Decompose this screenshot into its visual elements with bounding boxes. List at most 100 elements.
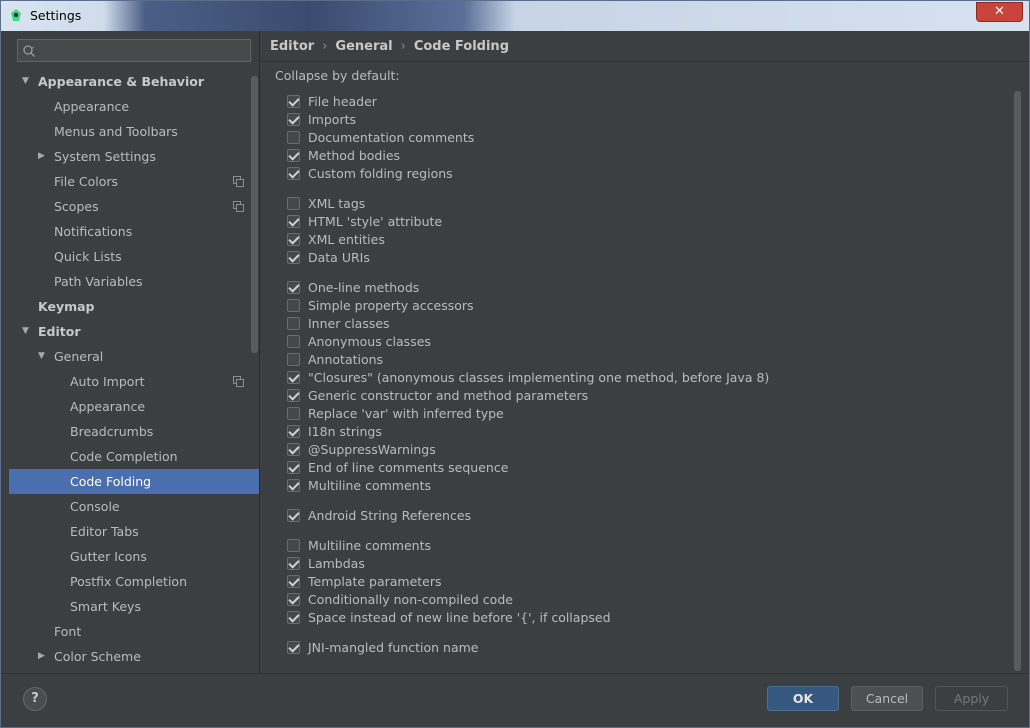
tree-item-menus-and-toolbars[interactable]: Menus and Toolbars: [9, 119, 259, 144]
option-label[interactable]: JNI-mangled function name: [308, 639, 478, 657]
tree-item-smart-keys[interactable]: Smart Keys: [9, 594, 259, 619]
checkbox-checked[interactable]: [287, 479, 300, 492]
tree-item-editor[interactable]: ▼ Editor: [9, 319, 259, 344]
option-label[interactable]: Simple property accessors: [308, 297, 474, 315]
checkbox-unchecked[interactable]: [287, 335, 300, 348]
folding-option[interactable]: Imports: [287, 111, 1007, 129]
folding-option[interactable]: Generic constructor and method parameter…: [287, 387, 1007, 405]
folding-option[interactable]: Android String References: [287, 507, 1007, 525]
option-label[interactable]: "Closures" (anonymous classes implementi…: [308, 369, 769, 387]
expand-arrow-right-icon[interactable]: ▶: [38, 644, 50, 669]
folding-option[interactable]: XML entities: [287, 231, 1007, 249]
checkbox-checked[interactable]: [287, 167, 300, 180]
checkbox-unchecked[interactable]: [287, 299, 300, 312]
checkbox-checked[interactable]: [287, 443, 300, 456]
folding-option[interactable]: Lambdas: [287, 555, 1007, 573]
apply-button[interactable]: Apply: [935, 686, 1008, 711]
checkbox-unchecked[interactable]: [287, 317, 300, 330]
checkbox-checked[interactable]: [287, 641, 300, 654]
tree-item-file-colors[interactable]: File Colors: [9, 169, 259, 194]
tree-item-quick-lists[interactable]: Quick Lists: [9, 244, 259, 269]
tree-item-font[interactable]: Font: [9, 619, 259, 644]
folding-option[interactable]: I18n strings: [287, 423, 1007, 441]
option-label[interactable]: Template parameters: [308, 573, 442, 591]
tree-item-breadcrumbs[interactable]: Breadcrumbs: [9, 419, 259, 444]
option-label[interactable]: End of line comments sequence: [308, 459, 508, 477]
folding-option[interactable]: Custom folding regions: [287, 165, 1007, 183]
folding-option[interactable]: File header: [287, 93, 1007, 111]
folding-option[interactable]: End of line comments sequence: [287, 459, 1007, 477]
checkbox-unchecked[interactable]: [287, 407, 300, 420]
checkbox-checked[interactable]: [287, 557, 300, 570]
option-label[interactable]: Space instead of new line before '{', if…: [308, 609, 611, 627]
breadcrumb-editor[interactable]: Editor: [270, 39, 314, 54]
option-label[interactable]: Data URIs: [308, 249, 370, 267]
folding-option[interactable]: Multiline comments: [287, 537, 1007, 555]
tree-item-general[interactable]: ▼ General: [9, 344, 259, 369]
cancel-button[interactable]: Cancel: [851, 686, 923, 711]
expand-arrow-down-icon[interactable]: ▼: [38, 344, 50, 369]
tree-item-auto-import[interactable]: Auto Import: [9, 369, 259, 394]
tree-item-postfix-completion[interactable]: Postfix Completion: [9, 569, 259, 594]
folding-option[interactable]: HTML 'style' attribute: [287, 213, 1007, 231]
expand-arrow-down-icon[interactable]: ▼: [22, 69, 34, 94]
option-label[interactable]: HTML 'style' attribute: [308, 213, 442, 231]
tree-item-appearance[interactable]: Appearance: [9, 394, 259, 419]
option-label[interactable]: Inner classes: [308, 315, 390, 333]
checkbox-checked[interactable]: [287, 113, 300, 126]
checkbox-checked[interactable]: [287, 425, 300, 438]
ok-button[interactable]: OK: [767, 686, 839, 711]
checkbox-checked[interactable]: [287, 233, 300, 246]
checkbox-unchecked[interactable]: [287, 197, 300, 210]
option-label[interactable]: File header: [308, 93, 377, 111]
checkbox-checked[interactable]: [287, 389, 300, 402]
folding-option[interactable]: Space instead of new line before '{', if…: [287, 609, 1007, 627]
option-label[interactable]: Lambdas: [308, 555, 365, 573]
checkbox-checked[interactable]: [287, 575, 300, 588]
checkbox-checked[interactable]: [287, 461, 300, 474]
folding-option[interactable]: Simple property accessors: [287, 297, 1007, 315]
help-button[interactable]: ?: [23, 687, 47, 711]
checkbox-checked[interactable]: [287, 281, 300, 294]
tree-item-path-variables[interactable]: Path Variables: [9, 269, 259, 294]
checkbox-checked[interactable]: [287, 509, 300, 522]
checkbox-checked[interactable]: [287, 371, 300, 384]
breadcrumb-general[interactable]: General: [335, 39, 392, 54]
folding-option[interactable]: Conditionally non-compiled code: [287, 591, 1007, 609]
option-label[interactable]: Multiline comments: [308, 477, 431, 495]
option-label[interactable]: XML entities: [308, 231, 385, 249]
tree-item-console[interactable]: Console: [9, 494, 259, 519]
option-label[interactable]: I18n strings: [308, 423, 382, 441]
option-label[interactable]: Anonymous classes: [308, 333, 431, 351]
main-scrollbar[interactable]: [1014, 91, 1021, 671]
tree-item-notifications[interactable]: Notifications: [9, 219, 259, 244]
tree-item-gutter-icons[interactable]: Gutter Icons: [9, 544, 259, 569]
expand-arrow-down-icon[interactable]: ▼: [22, 319, 34, 344]
option-label[interactable]: @SuppressWarnings: [308, 441, 436, 459]
search-input[interactable]: [40, 42, 246, 59]
folding-option[interactable]: Documentation comments: [287, 129, 1007, 147]
close-button[interactable]: ✕: [976, 2, 1023, 22]
folding-option[interactable]: Template parameters: [287, 573, 1007, 591]
checkbox-checked[interactable]: [287, 215, 300, 228]
option-label[interactable]: Replace 'var' with inferred type: [308, 405, 504, 423]
folding-option[interactable]: Method bodies: [287, 147, 1007, 165]
checkbox-checked[interactable]: [287, 611, 300, 624]
option-label[interactable]: Method bodies: [308, 147, 400, 165]
tree-item-scopes[interactable]: Scopes: [9, 194, 259, 219]
folding-option[interactable]: @SuppressWarnings: [287, 441, 1007, 459]
option-label[interactable]: Android String References: [308, 507, 471, 525]
option-label[interactable]: Annotations: [308, 351, 383, 369]
tree-item-color-scheme[interactable]: ▶ Color Scheme: [9, 644, 259, 669]
folding-option[interactable]: Multiline comments: [287, 477, 1007, 495]
expand-arrow-right-icon[interactable]: ▶: [38, 144, 50, 169]
folding-option[interactable]: Data URIs: [287, 249, 1007, 267]
folding-option[interactable]: Annotations: [287, 351, 1007, 369]
checkbox-checked[interactable]: [287, 251, 300, 264]
folding-option[interactable]: JNI-mangled function name: [287, 639, 1007, 657]
tree-item-code-folding[interactable]: Code Folding: [9, 469, 259, 494]
tree-item-appearance[interactable]: Appearance: [9, 94, 259, 119]
checkbox-unchecked[interactable]: [287, 353, 300, 366]
tree-item-system-settings[interactable]: ▶ System Settings: [9, 144, 259, 169]
checkbox-checked[interactable]: [287, 593, 300, 606]
